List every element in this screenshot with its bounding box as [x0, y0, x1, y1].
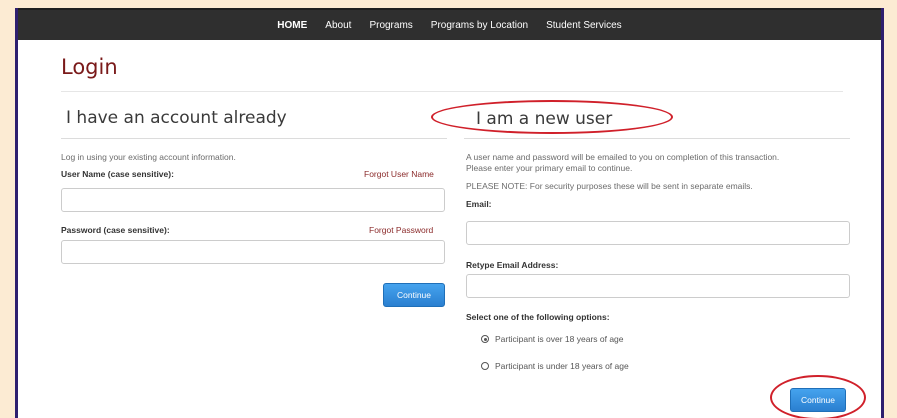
forgot-password-link[interactable]: Forgot Password — [369, 225, 433, 235]
existing-intro-text: Log in using your existing account infor… — [61, 152, 236, 162]
username-input[interactable] — [61, 188, 445, 212]
highlight-oval-continue — [770, 375, 866, 418]
new-user-intro-line2: Please enter your primary email to conti… — [466, 163, 633, 173]
existing-continue-button[interactable]: Continue — [383, 283, 445, 307]
forgot-username-link[interactable]: Forgot User Name — [364, 169, 434, 179]
nav-about[interactable]: About — [316, 20, 360, 31]
radio-selected-icon[interactable] — [481, 335, 489, 343]
title-divider — [61, 91, 843, 92]
existing-heading-divider — [61, 138, 447, 139]
retype-email-label: Retype Email Address: — [466, 260, 559, 270]
nav-programs[interactable]: Programs — [360, 20, 421, 31]
security-note: PLEASE NOTE: For security purposes these… — [466, 181, 753, 191]
password-label: Password (case sensitive): — [61, 225, 170, 235]
option-over-18[interactable]: Participant is over 18 years of age — [481, 334, 624, 344]
email-label: Email: — [466, 199, 492, 209]
option-under-18[interactable]: Participant is under 18 years of age — [481, 361, 629, 371]
email-input[interactable] — [466, 221, 850, 245]
browser-page: HOME About Programs Programs by Location… — [15, 8, 884, 418]
nav-programs-by-location[interactable]: Programs by Location — [422, 20, 537, 31]
option-over-18-label: Participant is over 18 years of age — [495, 334, 624, 344]
retype-email-input[interactable] — [466, 274, 850, 298]
nav-home[interactable]: HOME — [268, 20, 316, 31]
highlight-oval-heading — [431, 100, 673, 134]
radio-unselected-icon[interactable] — [481, 362, 489, 370]
top-navbar: HOME About Programs Programs by Location… — [18, 8, 881, 40]
nav-student-services[interactable]: Student Services — [537, 20, 631, 31]
options-label: Select one of the following options: — [466, 312, 610, 322]
option-under-18-label: Participant is under 18 years of age — [495, 361, 629, 371]
existing-account-heading: I have an account already — [66, 108, 287, 128]
new-user-intro-line1: A user name and password will be emailed… — [466, 152, 780, 162]
page-title: Login — [61, 55, 118, 79]
password-input[interactable] — [61, 240, 445, 264]
new-user-heading-divider — [464, 138, 850, 139]
username-label: User Name (case sensitive): — [61, 169, 174, 179]
